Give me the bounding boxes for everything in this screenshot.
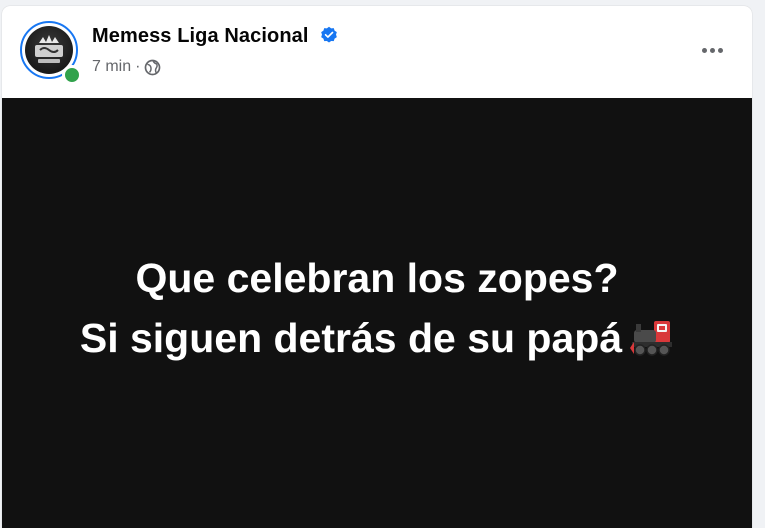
more-dot (709, 47, 715, 53)
more-dot (717, 47, 723, 53)
page-name-link[interactable]: Memess Liga Nacional (92, 25, 338, 48)
caption-line-2: Si siguen detrás de su papá (79, 315, 623, 361)
meta-separator: · (135, 58, 141, 75)
post-card: Memess Liga Nacional 7 min · Que celebra… (2, 6, 752, 528)
verified-badge-icon (321, 26, 338, 43)
post-media[interactable]: Que celebran los zopes? Si siguen detrás… (2, 98, 752, 528)
page-name: Memess Liga Nacional (92, 25, 309, 47)
post-timestamp[interactable]: 7 min (92, 58, 131, 76)
globe-icon[interactable] (144, 59, 161, 76)
post-header: Memess Liga Nacional 7 min · (2, 6, 752, 98)
caption-line-1: Que celebran los zopes? (135, 255, 619, 301)
online-status-dot (62, 65, 82, 85)
page-avatar[interactable] (20, 21, 82, 85)
more-dot (701, 47, 707, 53)
post-meta: 7 min · (92, 58, 161, 76)
more-options-button[interactable] (694, 36, 730, 64)
media-caption: Que celebran los zopes? Si siguen detrás… (2, 248, 752, 368)
caption-line-2-wrap: Si siguen detrás de su papá (2, 308, 752, 368)
locomotive-icon (630, 321, 673, 356)
